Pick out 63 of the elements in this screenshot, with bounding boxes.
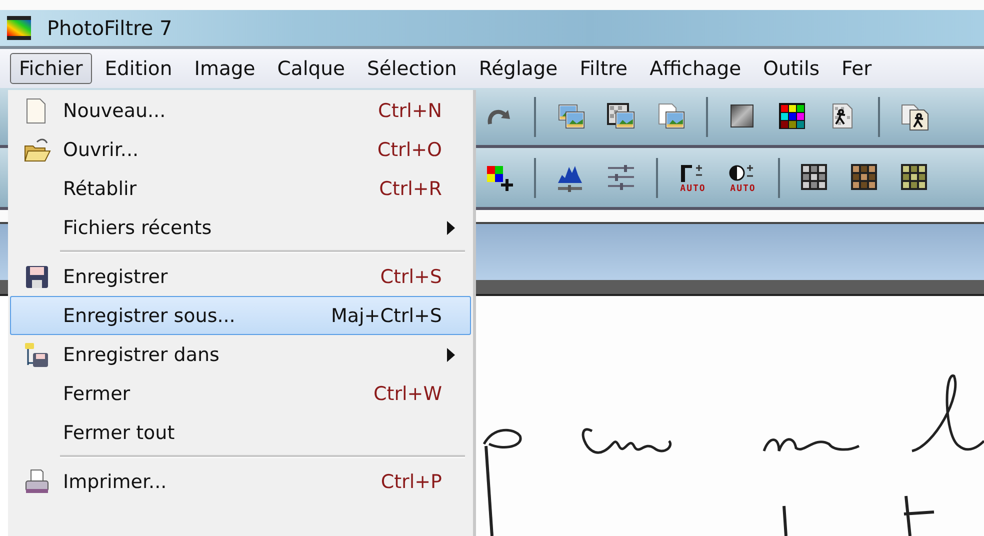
toolbar-button[interactable] [656,102,686,132]
toolbar-button[interactable] [800,162,830,192]
toolbar-button[interactable] [900,102,930,132]
menu-item[interactable]: Nouveau... Ctrl+N [10,91,471,130]
menu-item[interactable]: Fermer Ctrl+W [10,374,471,413]
menu-label: Ouvrir... [63,138,139,160]
grid-icon [850,162,880,192]
menu-label: Rétablir [63,178,137,200]
menu-item[interactable]: Fermer tout [10,413,471,452]
toolbar-button[interactable] [778,102,808,132]
sliders-icon [606,162,636,192]
menu-label: Enregistrer dans [63,344,220,366]
shortcut-text: Ctrl+P [380,470,442,492]
menu-item[interactable]: Fichier [10,53,92,84]
menu-label: Nouveau... [63,100,166,122]
menu-item[interactable]: Réglage [470,53,567,84]
menu-label: Fermer tout [63,422,175,444]
menu-item[interactable]: Imprimer... Ctrl+P [10,462,471,501]
menu-label: Enregistrer [63,266,168,288]
menu-item[interactable]: Filtre [570,53,637,84]
grid-icon [800,162,830,192]
menu-item[interactable]: Enregistrer Ctrl+S [10,257,471,296]
toolbar-button[interactable] [850,162,880,192]
toolbar-button[interactable] [900,162,930,192]
menu-label: Fermer [63,382,130,404]
figure-pages-icon [900,102,930,132]
toolbar-button[interactable]: AUTO [728,162,758,194]
shortcut-text: Maj+Ctrl+S [330,304,442,326]
menu-item[interactable]: Fer [832,53,881,84]
shortcut-text: Ctrl+S [380,266,442,288]
menu-item[interactable]: Affichage [640,53,750,84]
page-image-icon [656,102,686,132]
shortcut-text: Ctrl+N [378,100,442,122]
printer-icon [23,468,51,496]
shortcut-text: Ctrl+R [379,178,442,200]
window-title: PhotoFiltre 7 [47,16,172,40]
shortcut-text: Ctrl+O [377,138,442,160]
app-icon [7,16,31,40]
color-grid-icon [778,102,808,132]
menu-item[interactable]: Rétablir Ctrl+R [10,169,471,208]
button-caption: AUTO [730,184,756,194]
menu-item[interactable]: Edition [96,53,182,84]
menu-item[interactable]: Enregistrer dans [10,335,471,374]
menu-label: Enregistrer sous... [63,304,236,326]
toolbar-button[interactable] [606,102,636,132]
menu-label: Fichiers récents [63,216,212,238]
grid-icon [900,162,930,192]
toolbar-button[interactable] [556,102,586,132]
menu-item[interactable]: Ouvrir... Ctrl+O [10,130,471,169]
menu-item[interactable]: Fichiers récents [10,208,471,247]
menu-item[interactable]: Sélection [358,53,466,84]
folder-icon [23,136,51,164]
menu-label: Imprimer... [63,470,167,492]
folder-floppy-icon [23,340,51,368]
button-caption: AUTO [680,184,706,194]
image-layer-icon [606,102,636,132]
menu-item[interactable]: Outils [754,53,829,84]
menu-item[interactable]: Image [185,53,264,84]
menu-item[interactable]: Enregistrer sous... Maj+Ctrl+S [10,296,471,335]
images-icon [556,102,586,132]
menu-item[interactable]: Calque [268,53,354,84]
toolbar-button[interactable]: AUTO [678,162,708,194]
shortcut-text: Ctrl+W [373,382,442,404]
